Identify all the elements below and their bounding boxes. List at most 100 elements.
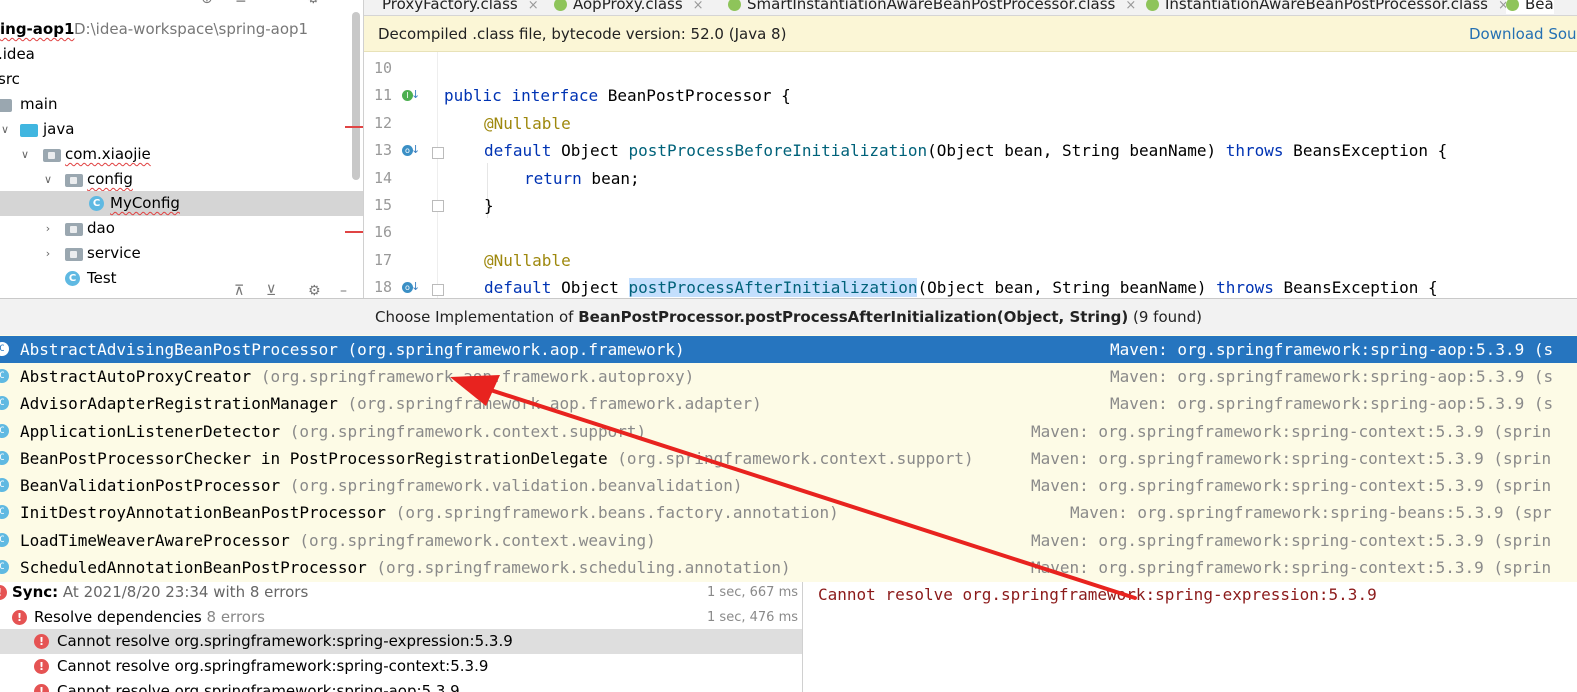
download-sources-link[interactable]: Download Sou [1469, 16, 1577, 52]
fold-icon[interactable] [432, 200, 444, 212]
close-icon[interactable]: × [528, 0, 539, 13]
line-number: 14 [373, 169, 392, 187]
gear-icon[interactable]: ⚙ [307, 0, 323, 6]
tree-item-myconfig[interactable]: C MyConfig [0, 191, 363, 216]
arrow-down-icon[interactable]: ↓ [411, 280, 420, 293]
implementation-name: ApplicationListenerDetector [20, 422, 281, 441]
popup-title-prefix: Choose Implementation of [374, 308, 579, 326]
code-text: BeanPostProcessor { [598, 86, 791, 105]
tab-smartinstantiation[interactable]: SmartInstantiationAwareBeanPostProcessor… [728, 0, 1136, 14]
implementation-library: Maven: org.springframework:spring-aop:5.… [1110, 340, 1554, 359]
project-tree-panel: ⊕ ≡ ⚙ – ing-aop1 D:\idea-workspace\sprin… [0, 0, 363, 298]
resolve-dependencies-row[interactable]: ! Resolve dependencies 8 errors 1 sec, 4… [0, 605, 802, 630]
tree-item-label: .idea [0, 45, 35, 63]
expand-all-icon[interactable]: ⊼ [234, 284, 250, 298]
implementation-name: BeanValidationPostProcessor [20, 476, 281, 495]
chevron-down-icon[interactable]: ∨ [18, 142, 32, 167]
close-icon[interactable]: × [693, 0, 704, 13]
implementation-library: Maven: org.springframework:spring-aop:5.… [1110, 394, 1554, 413]
minimize-icon[interactable]: – [340, 284, 356, 298]
class-icon: C [65, 271, 80, 286]
implementation-item[interactable]: C BeanValidationPostProcessor (org.sprin… [0, 472, 1577, 499]
chevron-down-icon[interactable]: ∨ [41, 167, 55, 192]
chevron-right-icon[interactable]: › [41, 241, 55, 266]
code-text: bean; [581, 169, 640, 188]
code-line-15[interactable]: } [484, 196, 494, 215]
implementation-package: (org.springframework.validation.beanvali… [280, 476, 743, 495]
implementation-item[interactable]: C ScheduledAnnotationBeanPostProcessor (… [0, 554, 1577, 581]
line-number: 10 [373, 59, 392, 77]
globe-icon[interactable]: ⊕ [201, 0, 217, 6]
project-root-path: D:\idea-workspace\spring-aop1 [74, 20, 309, 38]
tree-item-label: src [0, 70, 20, 88]
error-text: Cannot resolve org.springframework:sprin… [57, 632, 513, 650]
tab-label: AopProxy.class [573, 0, 683, 13]
code-line-18[interactable]: default Object postProcessAfterInitializ… [484, 278, 1438, 297]
class-icon: C [0, 505, 9, 519]
code-text: (Object bean, String beanName) [917, 278, 1217, 297]
implementation-library: Maven: org.springframework:spring-contex… [1031, 558, 1552, 577]
keyword: public [444, 86, 502, 105]
interface-icon [728, 0, 741, 11]
class-icon: C [0, 369, 9, 383]
code-editor: ProxyFactory.class × AopProxy.class × Smar… [363, 0, 1577, 298]
line-number: 12 [373, 114, 392, 132]
implementation-library: Maven: org.springframework:spring-aop:5.… [1110, 367, 1554, 386]
tree-item-label: java [43, 120, 75, 138]
fold-icon[interactable] [432, 147, 444, 159]
package-icon [65, 248, 83, 261]
error-row[interactable]: ! Cannot resolve org.springframework:spr… [0, 654, 802, 679]
line-number: 18 [373, 278, 392, 296]
code-line-11[interactable]: public interface BeanPostProcessor { [444, 86, 791, 105]
implementation-package: (org.springframework.scheduling.annotati… [366, 558, 791, 577]
implementation-item[interactable]: C BeanPostProcessorChecker in PostProces… [0, 445, 1577, 472]
tab-proxyfactory[interactable]: ProxyFactory.class × [382, 0, 539, 14]
tab-label: Bea [1525, 0, 1554, 13]
code-line-17[interactable]: @Nullable [484, 251, 571, 270]
tree-item-label: service [87, 244, 141, 262]
implementation-item[interactable]: C AdvisorAdapterRegistrationManager (org… [0, 390, 1577, 417]
tab-beanpostprocessor[interactable]: Bea [1506, 0, 1554, 14]
tab-aopproxy[interactable]: AopProxy.class × [554, 0, 704, 14]
class-icon: C [0, 478, 9, 492]
code-line-14[interactable]: return bean; [524, 169, 640, 188]
implementation-library: Maven: org.springframework:spring-contex… [1031, 476, 1552, 495]
arrow-down-icon[interactable]: ↓ [411, 88, 420, 101]
sync-time: 1 sec, 667 ms [707, 585, 798, 600]
banner-text: Decompiled .class file, bytecode version… [378, 25, 787, 43]
error-text: Cannot resolve org.springframework:sprin… [57, 657, 489, 675]
implementation-name: InitDestroyAnnotationBeanPostProcessor [20, 503, 387, 522]
tree-item-label: dao [87, 219, 115, 237]
error-marker [345, 126, 363, 128]
code-line-13[interactable]: default Object postProcessBeforeInitiali… [484, 141, 1447, 160]
implementation-item[interactable]: C InitDestroyAnnotationBeanPostProcessor… [0, 499, 1577, 526]
package-icon [65, 174, 83, 187]
tab-instantiationaware[interactable]: InstantiationAwareBeanPostProcessor.clas… [1146, 0, 1509, 14]
error-row[interactable]: ! Cannot resolve org.springframework:spr… [0, 629, 802, 654]
gear-icon[interactable]: ⚙ [308, 284, 324, 298]
tree-scrollbar[interactable] [352, 12, 360, 180]
collapse-icon[interactable]: ≡ [235, 0, 251, 6]
project-root-name: ing-aop1 [0, 20, 75, 38]
class-icon: C [0, 533, 9, 547]
implementation-item[interactable]: C ApplicationListenerDetector (org.sprin… [0, 418, 1577, 445]
implementation-name: ScheduledAnnotationBeanPostProcessor [20, 558, 367, 577]
implementation-item[interactable]: C LoadTimeWeaverAwareProcessor (org.spri… [0, 527, 1577, 554]
keyword: throws [1225, 141, 1284, 160]
fold-icon[interactable] [432, 284, 444, 296]
collapse-all-icon[interactable]: ⊻ [266, 284, 282, 298]
implementation-item[interactable]: C AbstractAutoProxyCreator (org.springfr… [0, 363, 1577, 390]
line-number: 13 [373, 141, 392, 159]
close-icon[interactable]: × [1125, 0, 1136, 13]
chevron-right-icon[interactable]: › [41, 216, 55, 241]
implementation-name: BeanPostProcessorChecker in PostProcesso… [20, 449, 608, 468]
folder-icon [0, 99, 12, 112]
arrow-down-icon[interactable]: ↓ [411, 143, 420, 156]
chevron-down-icon[interactable]: ∨ [0, 117, 12, 142]
sync-row[interactable]: ! Sync: At 2021/8/20 23:34 with 8 errors… [0, 582, 802, 605]
implementation-item[interactable]: C AbstractAdvisingBeanPostProcessor (org… [0, 336, 1577, 363]
minimize-icon[interactable]: – [341, 0, 357, 6]
popup-title-method: BeanPostProcessor.postProcessAfterInitia… [578, 308, 1129, 326]
error-row[interactable]: ! Cannot resolve org.springframework:spr… [0, 679, 802, 692]
code-line-12[interactable]: @Nullable [484, 114, 571, 133]
